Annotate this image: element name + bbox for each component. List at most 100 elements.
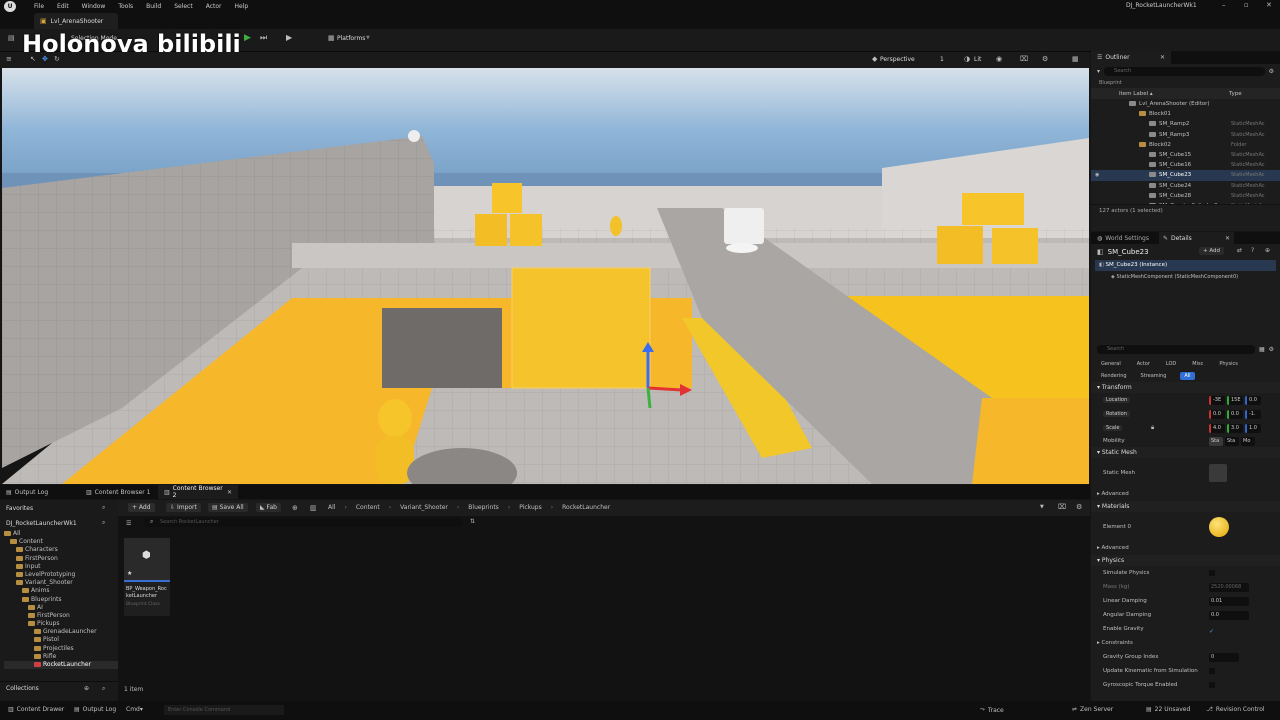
- select-tool-icon[interactable]: ↖: [30, 55, 36, 63]
- move-tool-icon[interactable]: ✥: [42, 55, 48, 63]
- component-row[interactable]: ◈ StaticMeshComponent (StaticMeshCompone…: [1091, 271, 1280, 283]
- search-icon[interactable]: ⌕: [102, 685, 105, 693]
- selected-cube[interactable]: [511, 267, 651, 389]
- tab-details[interactable]: ✎ Details ✕: [1158, 232, 1234, 244]
- breadcrumb-item[interactable]: Variant_Shooter: [400, 504, 448, 511]
- section-materials[interactable]: ▾ Materials: [1091, 501, 1280, 512]
- col-type[interactable]: Type: [1229, 91, 1242, 97]
- add-component-button[interactable]: + Add: [1199, 247, 1225, 255]
- menu-item[interactable]: Edit: [57, 3, 69, 10]
- history-icon[interactable]: ⊕: [292, 504, 298, 512]
- skip-icon[interactable]: ⏭: [260, 33, 267, 43]
- grid-view-icon[interactable]: ▦: [1259, 346, 1265, 353]
- outliner-row[interactable]: SM_Cube24 StaticMeshAc: [1091, 181, 1280, 191]
- constraints-row[interactable]: ▸ Constraints: [1091, 636, 1280, 650]
- details-search[interactable]: Search: [1097, 344, 1255, 354]
- revision-control-button[interactable]: ⎇ Revision Control: [1206, 706, 1265, 713]
- tab-output-log[interactable]: ▤ Output Log: [0, 485, 80, 499]
- kin-checkbox[interactable]: [1209, 668, 1215, 674]
- advanced2-row[interactable]: ▸ Advanced: [1091, 542, 1280, 555]
- folder-nav-icon[interactable]: ▥: [310, 504, 317, 512]
- outliner-row[interactable]: Lvl_ArenaShooter (Editor): [1091, 99, 1280, 109]
- play-icon[interactable]: ▶: [244, 33, 251, 43]
- project-header[interactable]: DJ_RocketLauncherWk1: [6, 520, 77, 527]
- grav-group-field[interactable]: 0: [1209, 652, 1239, 662]
- gizmo-x-axis[interactable]: [647, 386, 683, 392]
- outliner-row[interactable]: SM_Ramp3 StaticMeshAc: [1091, 130, 1280, 140]
- section-transform[interactable]: ▾ Transform: [1091, 382, 1280, 393]
- menu-item[interactable]: Select: [174, 3, 193, 10]
- breadcrumb-item[interactable]: All: [328, 504, 335, 511]
- blueprint-icon[interactable]: ⇄: [1237, 247, 1242, 254]
- close-icon[interactable]: ✕: [1225, 235, 1230, 242]
- favorites-header[interactable]: Favorites: [6, 505, 33, 512]
- outliner-tab[interactable]: ☰ Outliner ✕: [1091, 51, 1171, 64]
- filter-tab[interactable]: Actor: [1137, 361, 1150, 367]
- snap-icon[interactable]: ⌧: [1020, 55, 1028, 63]
- search-icon[interactable]: ⌕: [102, 519, 105, 527]
- folder-tree-item[interactable]: FirstPerson: [4, 612, 118, 620]
- scl-y[interactable]: 3.0: [1227, 423, 1243, 433]
- step-icon[interactable]: ▶: [286, 33, 292, 42]
- zen-server-button[interactable]: ⇌ Zen Server: [1072, 706, 1113, 713]
- lock-icon[interactable]: ⊕: [1265, 247, 1270, 254]
- help-icon[interactable]: ?: [1251, 247, 1254, 254]
- outliner-row[interactable]: SM_QuarterCylinder0 StaticMeshAc: [1091, 201, 1280, 204]
- show-icon[interactable]: ◉: [996, 55, 1002, 63]
- light-gizmo[interactable]: [408, 130, 420, 142]
- outliner-row[interactable]: SM_Cube16 StaticMeshAc: [1091, 160, 1280, 170]
- menu-item[interactable]: Tools: [118, 3, 133, 10]
- simulate-checkbox[interactable]: [1209, 570, 1215, 576]
- outliner-row[interactable]: Block02 Folder: [1091, 140, 1280, 150]
- loc-z[interactable]: 0.0: [1245, 395, 1261, 405]
- add-collection-icon[interactable]: ⊕: [84, 685, 89, 692]
- folder-tree-item[interactable]: GrenadeLauncher: [4, 628, 118, 636]
- save-icon[interactable]: ▤: [8, 34, 15, 42]
- breadcrumb-item[interactable]: Content: [356, 504, 380, 511]
- folder-tree-item[interactable]: Projectiles: [4, 645, 118, 653]
- filter-tab[interactable]: Rendering: [1101, 373, 1127, 379]
- breadcrumb-item[interactable]: RocketLauncher: [562, 504, 610, 511]
- add-button[interactable]: + Add: [128, 503, 155, 512]
- import-button[interactable]: ⇩ Import: [166, 503, 201, 512]
- hamburger-icon[interactable]: ≡: [6, 55, 12, 63]
- settings-icon[interactable]: ⚙: [1269, 68, 1274, 75]
- unreal-logo-icon[interactable]: U: [4, 0, 16, 12]
- folder-tree-item[interactable]: Anims: [4, 587, 118, 595]
- tab-content-browser-1[interactable]: ▥ Content Browser 1: [80, 485, 158, 499]
- asset-tile[interactable]: ⬢ ★ BP_Weapon_RocketLauncher Blueprint C…: [124, 538, 170, 616]
- save-all-button[interactable]: ▤ Save All: [208, 503, 248, 512]
- mass-field[interactable]: 2520.00068: [1209, 582, 1249, 592]
- close-icon[interactable]: ✕: [1266, 1, 1272, 9]
- output-log-button[interactable]: ▤ Output Log: [74, 706, 116, 713]
- cmd-dropdown[interactable]: Cmd ▾: [126, 706, 143, 713]
- breadcrumb-item[interactable]: Pickups: [519, 504, 541, 511]
- settings-icon[interactable]: ⚙: [1269, 346, 1274, 353]
- console-input[interactable]: Enter Console Command: [164, 705, 284, 715]
- dropdown-icon[interactable]: ▼: [1040, 504, 1044, 510]
- outliner-row[interactable]: SM_Ramp2 StaticMeshAc: [1091, 119, 1280, 129]
- folder-tree-item[interactable]: Pistol: [4, 636, 118, 644]
- col-item-label[interactable]: Item Label ▴: [1119, 91, 1153, 97]
- settings-icon[interactable]: ⚙: [1042, 55, 1048, 63]
- scl-z[interactable]: 1.0: [1245, 423, 1261, 433]
- rot-y[interactable]: 0.0: [1227, 409, 1243, 419]
- content-drawer-button[interactable]: ▥ Content Drawer: [8, 706, 64, 713]
- folder-tree-item[interactable]: All: [4, 530, 118, 538]
- ang-damp-field[interactable]: 0.0: [1209, 610, 1249, 620]
- lit-dropdown[interactable]: Lit: [974, 56, 981, 63]
- mob-static[interactable]: Sta: [1209, 436, 1223, 446]
- filter-tab[interactable]: General: [1101, 361, 1121, 367]
- lock-icon[interactable]: 🔒︎: [1151, 421, 1154, 435]
- rotation-label[interactable]: Rotation: [1103, 411, 1130, 417]
- folder-tree-item[interactable]: Pickups: [4, 620, 118, 628]
- filter-tab[interactable]: Physics: [1219, 361, 1238, 367]
- section-static-mesh[interactable]: ▾ Static Mesh: [1091, 447, 1280, 458]
- instance-row[interactable]: ◧ SM_Cube23 (Instance): [1095, 260, 1276, 271]
- mesh-thumbnail[interactable]: [1209, 464, 1227, 482]
- location-label[interactable]: Location: [1103, 397, 1131, 403]
- folder-tree-item[interactable]: Input: [4, 563, 118, 571]
- tab-world-settings[interactable]: World Settings: [1105, 235, 1149, 242]
- folder-tree-item[interactable]: AI: [4, 604, 118, 612]
- gizmo-y-axis[interactable]: [646, 387, 652, 409]
